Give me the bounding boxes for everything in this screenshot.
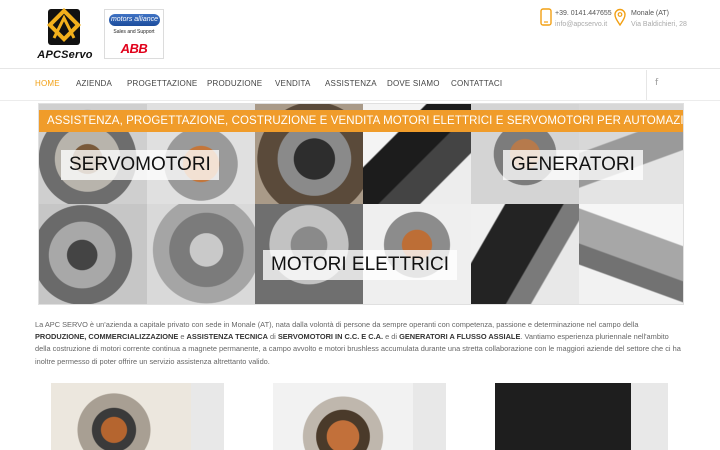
address-city: Monale (AT) xyxy=(631,10,669,17)
logo-emblem-icon xyxy=(47,8,81,45)
site-header: APCServo motors alliance Sales and Suppo… xyxy=(0,0,720,69)
product-card-1[interactable] xyxy=(51,383,224,450)
main-nav: HOME AZIENDA PROGETTAZIONE PRODUZIONE VE… xyxy=(0,70,720,100)
nav-contattaci[interactable]: CONTATTACI xyxy=(451,79,502,88)
contact-address: Monale (AT) Via Baldichieri, 28 xyxy=(631,8,687,30)
gray-motors-photo xyxy=(579,204,683,304)
product-card-3[interactable] xyxy=(495,383,668,450)
facebook-icon[interactable]: f xyxy=(655,78,658,88)
phone-number[interactable]: +39. 0141.447655 xyxy=(555,8,612,19)
motors-alliance-abb-logo[interactable]: motors alliance Sales and Support ABB xyxy=(104,9,164,59)
apcservo-logo[interactable]: APCServo xyxy=(33,6,97,62)
banner-label-generatori: GENERATORI xyxy=(503,150,643,180)
intro-bold-3: SERVOMOTORI IN C.C. E C.A. xyxy=(277,332,384,342)
abb-logo: ABB xyxy=(120,41,148,56)
banner-label-servomotori: SERVOMOTORI xyxy=(61,150,219,180)
nav-progettazione[interactable]: PROGETTAZIONE xyxy=(127,79,197,88)
hero-banner[interactable]: ASSISTENZA, PROGETTAZIONE, COSTRUZIONE E… xyxy=(38,103,684,305)
email-link[interactable]: info@apcservo.it xyxy=(555,19,612,30)
product-card-1-photo xyxy=(51,383,191,450)
nav-divider xyxy=(646,70,647,100)
banner-headline: ASSISTENZA, PROGETTAZIONE, COSTRUZIONE E… xyxy=(39,110,683,132)
intro-text-1: La APC SERVO è un'azienda a capitale pri… xyxy=(35,320,639,329)
logo-text: APCServo xyxy=(37,49,93,61)
intro-bold-2: ASSISTENZA TECNICA xyxy=(186,332,268,342)
product-card-2[interactable] xyxy=(273,383,446,450)
phone-icon xyxy=(540,8,552,26)
banner-label-motori-elettrici: MOTORI ELETTRICI xyxy=(263,250,458,280)
product-card-2-photo xyxy=(273,383,413,450)
intro-text-3: di xyxy=(267,332,278,342)
contact-phone-email: +39. 0141.447655 info@apcservo.it xyxy=(555,8,612,30)
nav-assistenza[interactable]: ASSISTENZA xyxy=(325,79,377,88)
nav-home[interactable]: HOME xyxy=(35,79,60,88)
motors-alliance-brand: motors alliance xyxy=(109,14,160,26)
industrial-motor-photo xyxy=(471,204,579,304)
intro-paragraph: La APC SERVO è un'azienda a capitale pri… xyxy=(35,319,685,368)
nav-vendita[interactable]: VENDITA xyxy=(275,79,310,88)
nav-dove-siamo[interactable]: DOVE SIAMO xyxy=(387,79,440,88)
rotor-components-photo xyxy=(147,204,255,304)
product-card-3-photo xyxy=(495,383,631,450)
map-pin-icon xyxy=(614,8,626,26)
stator-laminations-photo xyxy=(39,204,147,304)
nav-azienda[interactable]: AZIENDA xyxy=(76,79,112,88)
intro-text-4: e di xyxy=(383,332,400,342)
intro-bold-1: PRODUZIONE, COMMERCIALIZZAZIONE xyxy=(35,332,179,342)
intro-bold-4: GENERATORI A FLUSSO ASSIALE xyxy=(399,332,521,342)
partner-tagline: Sales and Support xyxy=(113,29,155,35)
address-street: Via Baldichieri, 28 xyxy=(631,21,687,28)
nav-bottom-border xyxy=(0,100,720,101)
nav-produzione[interactable]: PRODUZIONE xyxy=(207,79,262,88)
intro-text-2: e xyxy=(178,332,187,342)
